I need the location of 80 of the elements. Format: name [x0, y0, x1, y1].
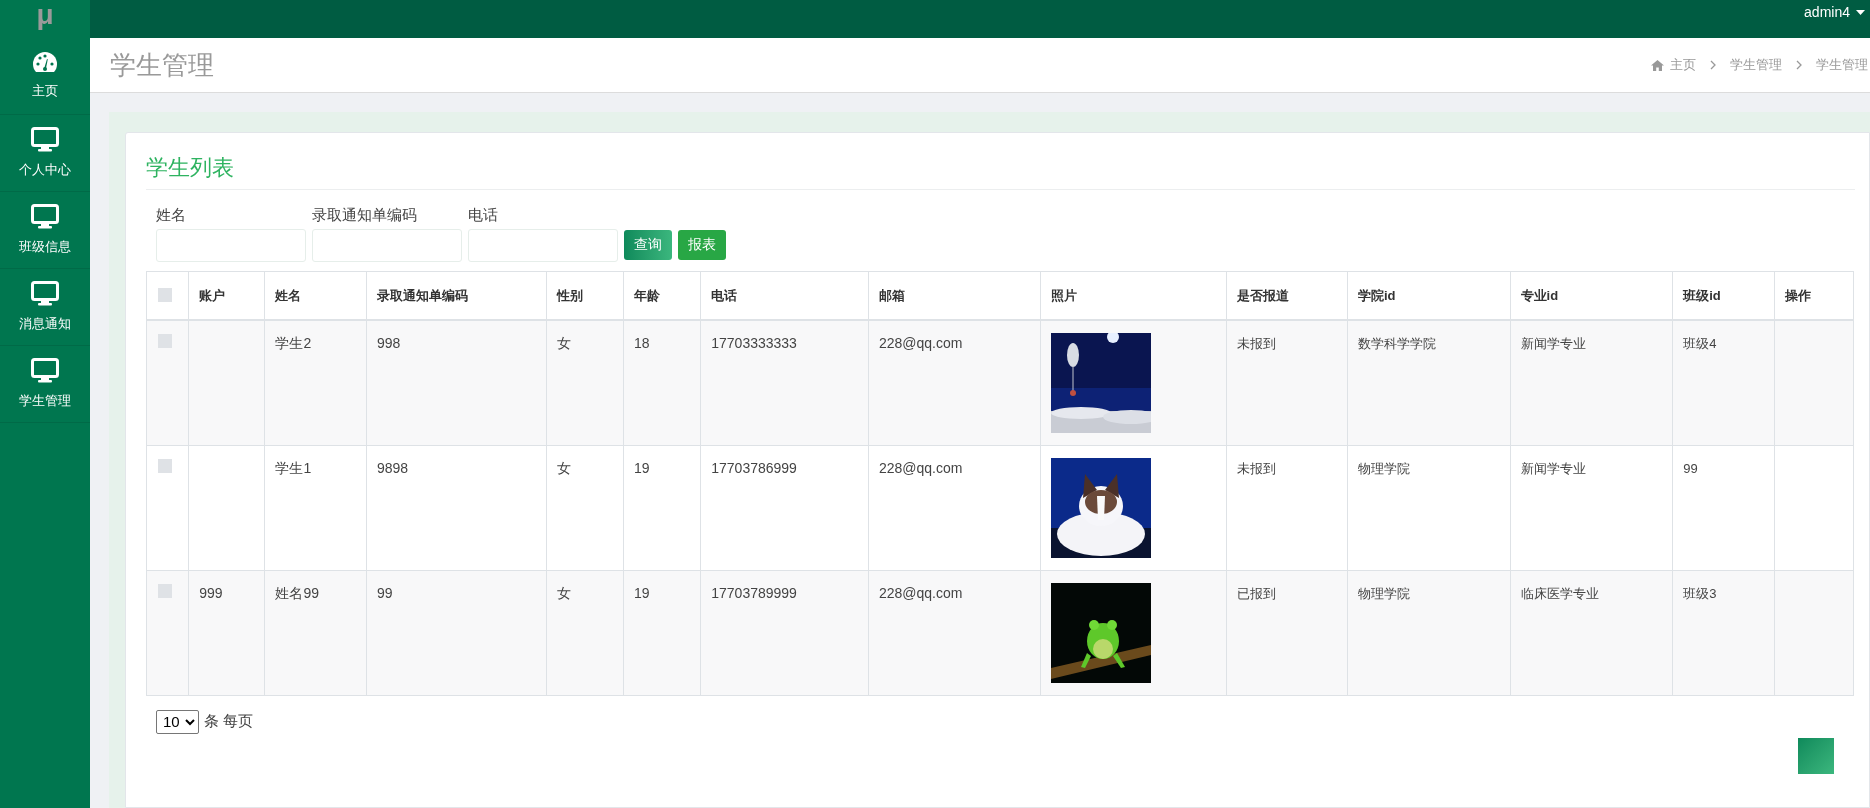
table-cell: 学生2	[275, 335, 312, 351]
report-button[interactable]: 报表	[678, 229, 726, 260]
input-field[interactable]	[468, 228, 618, 262]
monitor-icon	[31, 280, 59, 306]
search-button[interactable]: 查询	[624, 229, 672, 260]
chevron-icon	[1710, 60, 1716, 70]
field-label: 电话	[468, 205, 499, 225]
breadcrumb-link[interactable]: 主页	[1670, 55, 1696, 75]
column-header: 录取通知单编码	[376, 287, 468, 303]
table-cell: 17703333333	[711, 335, 797, 351]
table-cell: 228@qq.com	[878, 459, 963, 476]
table-cell: 女	[556, 459, 571, 476]
caret-icon	[1856, 10, 1865, 15]
table-cell: 新闻学专业	[1520, 460, 1586, 476]
table-cell: 女	[556, 335, 571, 351]
field-label: 姓名	[156, 205, 187, 225]
sidebar-item[interactable]: 班级信息	[0, 192, 90, 269]
logo: μ	[36, 0, 54, 30]
column-header: 账户	[199, 287, 226, 303]
table-cell: 未报到	[1237, 460, 1277, 476]
table-cell: 已报到	[1237, 585, 1277, 601]
column-header: 学院id	[1357, 287, 1396, 303]
card-title: 学生列表	[146, 151, 1855, 190]
table-cell: 班级3	[1683, 585, 1717, 601]
table-cell: 女	[556, 584, 571, 601]
sidebar-item[interactable]: 主页	[0, 38, 90, 115]
table-cell: 19	[633, 584, 650, 601]
table-cell: 17703789999	[711, 584, 797, 601]
table-cell: 数学科学学院	[1357, 336, 1436, 351]
checkbox[interactable]	[158, 288, 172, 303]
column-header: 姓名	[275, 287, 302, 303]
column-header: 邮箱	[878, 287, 905, 303]
sidebar-item[interactable]: 消息通知	[0, 269, 90, 346]
table-cell: 228@qq.com	[878, 584, 963, 601]
user-menu[interactable]: admin4	[1804, 0, 1865, 23]
monitor-icon	[31, 203, 59, 229]
breadcrumb-link[interactable]: 学生管理	[1816, 55, 1868, 75]
column-header: 班级id	[1683, 287, 1721, 303]
column-header: 电话	[711, 287, 738, 303]
sidebar-item[interactable]: 个人中心	[0, 115, 90, 192]
column-header: 年龄	[633, 287, 660, 303]
page-size-select[interactable]: 10	[156, 709, 199, 734]
table-cell: 学生1	[275, 459, 312, 476]
chevron-icon	[1796, 60, 1802, 70]
table-cell: 19	[633, 459, 650, 476]
column-header: 性别	[556, 287, 583, 303]
table-cell: 物理学院	[1357, 460, 1410, 476]
column-header: 专业id	[1520, 287, 1559, 303]
table-cell: 18	[633, 335, 650, 351]
column-header: 照片	[1050, 287, 1077, 303]
dashboard-icon	[32, 51, 58, 74]
table-cell: 228@qq.com	[878, 335, 963, 351]
table-cell: 999	[199, 584, 223, 601]
table-cell: 998	[376, 335, 401, 351]
table-cell: 未报到	[1237, 336, 1277, 351]
input-field[interactable]	[156, 228, 306, 262]
table-cell: 姓名99	[275, 584, 320, 601]
field-label: 录取通知单编码	[312, 205, 418, 225]
table-cell: 临床医学专业	[1520, 585, 1599, 601]
breadcrumb-link[interactable]: 学生管理	[1730, 55, 1782, 75]
table-cell: 17703786999	[711, 459, 797, 476]
sidebar-item[interactable]: 学生管理	[0, 346, 90, 423]
table-cell: 新闻学专业	[1520, 336, 1586, 351]
monitor-icon	[31, 357, 59, 383]
table-cell: 物理学院	[1357, 585, 1410, 601]
checkbox[interactable]	[158, 334, 172, 348]
scroll-top-button[interactable]	[1798, 738, 1834, 774]
column-header: 是否报道	[1237, 287, 1290, 303]
monitor-icon	[31, 126, 59, 152]
input-field[interactable]	[312, 228, 462, 262]
table-cell: 99	[376, 584, 393, 601]
table-cell: 9898	[376, 459, 409, 476]
home-icon	[1651, 59, 1664, 71]
table-cell: 99	[1683, 460, 1698, 476]
table-cell: 班级4	[1683, 336, 1717, 351]
checkbox[interactable]	[158, 583, 172, 598]
column-header: 操作	[1784, 287, 1811, 303]
checkbox[interactable]	[158, 458, 172, 473]
page-title: 学生管理	[110, 48, 214, 82]
page-size-label: 条 每页	[204, 711, 254, 732]
